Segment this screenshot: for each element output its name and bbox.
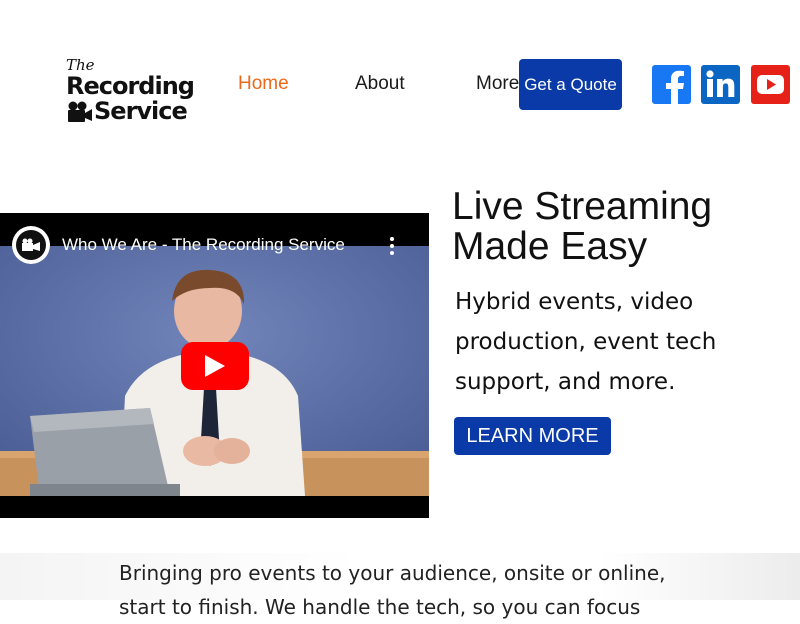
camera-icon [22, 238, 40, 251]
learn-more-button[interactable]: LEARN MORE [454, 417, 611, 455]
hero-title: Live Streaming Made Easy [452, 187, 792, 267]
play-button[interactable] [181, 342, 249, 390]
facebook-icon [666, 70, 684, 104]
video-player[interactable]: Who We Are - The Recording Service [0, 213, 429, 518]
linkedin-link[interactable] [701, 65, 740, 104]
logo-service: Service [94, 97, 188, 125]
logo[interactable]: The Recording Service [64, 56, 195, 126]
play-icon [205, 355, 225, 377]
youtube-icon [757, 75, 784, 94]
camera-icon [68, 101, 92, 122]
more-options-icon[interactable] [386, 236, 398, 256]
linkedin-icon [706, 70, 735, 97]
hero-title-line-2: Made Easy [452, 225, 648, 268]
get-a-quote-button[interactable]: Get a Quote [519, 59, 622, 110]
logo-recording: Recording [66, 72, 195, 100]
nav-home[interactable]: Home [238, 73, 289, 95]
nav-about[interactable]: About [355, 73, 405, 95]
hero-title-line-1: Live Streaming [452, 185, 713, 228]
youtube-link[interactable] [751, 65, 790, 104]
facebook-link[interactable] [652, 65, 691, 104]
video-title[interactable]: Who We Are - The Recording Service [62, 235, 345, 255]
hero-subtitle: Hybrid events, video production, event t… [455, 289, 717, 395]
intro-text: Bringing pro events to your audience, on… [119, 556, 679, 624]
channel-logo-icon [16, 230, 46, 260]
nav-more[interactable]: More [476, 73, 519, 95]
intro-text-line-2: start to finish. We handle the tech, so … [119, 595, 641, 619]
intro-text-line-1: Bringing pro events to your audience, on… [119, 561, 666, 585]
channel-avatar[interactable] [12, 226, 50, 264]
